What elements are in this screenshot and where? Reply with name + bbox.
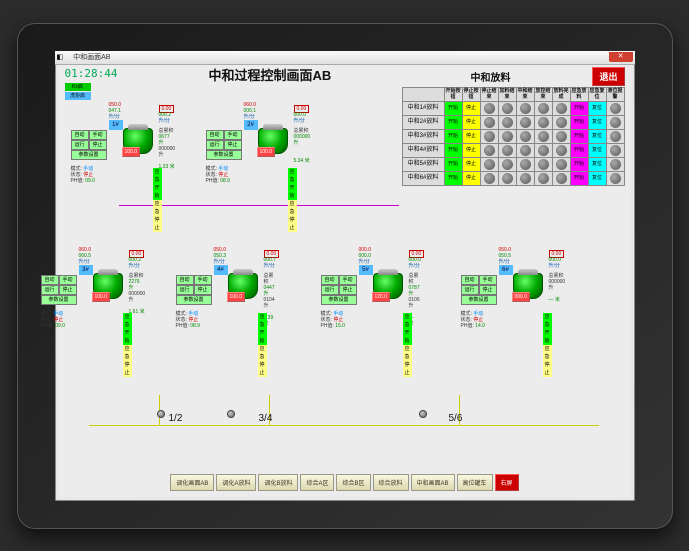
auto-button[interactable]: 自动 (461, 275, 479, 285)
stop-button[interactable]: 停止 (194, 285, 212, 295)
tank-id-label: 4# (214, 265, 228, 275)
run-button[interactable]: 运行 (41, 285, 59, 295)
run-button[interactable]: 运行 (321, 285, 339, 295)
stop-button[interactable]: 停止 (59, 285, 77, 295)
params-button[interactable]: 参数设置 (206, 150, 242, 160)
run-button[interactable]: 运行 (71, 140, 89, 150)
tank-id-label: 3# (79, 265, 93, 275)
em-stop-button[interactable]: 应急停止 (543, 345, 552, 377)
nav-tiaohua-b[interactable]: 调化B放料 (258, 474, 298, 491)
auto-button[interactable]: 自动 (321, 275, 339, 285)
red-value-button[interactable]: 000.0 (512, 292, 531, 302)
red-value-button[interactable]: 100.0 (122, 147, 141, 157)
pair-label-12: 1/2 (169, 413, 183, 424)
em-stop-button[interactable]: 应急停止 (403, 345, 412, 377)
auto-button[interactable]: 自动 (71, 130, 89, 140)
red-value-button[interactable]: 120.0 (372, 292, 391, 302)
window-titlebar: ◧ 中和画面AB ✕ (55, 51, 635, 65)
em-stop-button[interactable]: 应急停止 (288, 200, 297, 232)
tank-id-label: 6# (499, 265, 513, 275)
manual-button[interactable]: 手动 (339, 275, 357, 285)
nav-zonghe-fl[interactable]: 综合放料 (373, 474, 409, 491)
em-stop-button[interactable]: 应急停止 (123, 345, 132, 377)
pair-label-56: 5/6 (449, 413, 463, 424)
start-button-1[interactable]: 开始 (444, 101, 462, 115)
params-button[interactable]: 参数设置 (41, 295, 77, 305)
stop-button[interactable]: 停止 (89, 140, 107, 150)
vessel-icon: 000.0 (513, 273, 543, 299)
sensor-icon (157, 410, 165, 418)
pair-label-34: 3/4 (259, 413, 273, 424)
tank-id-label: 1# (109, 120, 123, 130)
nav-zhonghe-ab[interactable]: 中和画面AB (411, 474, 455, 491)
red-value-button[interactable]: 100.0 (257, 147, 276, 157)
page-title: 中和过程控制画面AB (209, 65, 332, 84)
params-button[interactable]: 参数设置 (176, 295, 212, 305)
auto-button[interactable]: 自动 (41, 275, 59, 285)
manual-button[interactable]: 手动 (224, 130, 242, 140)
tank-id-label: 2# (244, 120, 258, 130)
manual-button[interactable]: 手动 (194, 275, 212, 285)
stop-button[interactable]: 停止 (339, 285, 357, 295)
em-start-button[interactable]: 应急开始 (258, 313, 267, 345)
em-start-button[interactable]: 应急开始 (153, 168, 162, 200)
params-button[interactable]: 参数设置 (321, 295, 357, 305)
nav-tiaohua-ab[interactable]: 调化画面AB (170, 474, 214, 491)
window-title: 中和画面AB (73, 52, 110, 62)
manual-button[interactable]: 手动 (89, 130, 107, 140)
vessel-icon: 100.0 (93, 273, 123, 299)
auto-button[interactable]: 自动 (206, 130, 224, 140)
em-stop-button[interactable]: 应急停止 (153, 200, 162, 232)
em-start-button[interactable]: 应急开始 (123, 313, 132, 345)
stop-button[interactable]: 停止 (224, 140, 242, 150)
run-button[interactable]: 运行 (176, 285, 194, 295)
params-button[interactable]: 参数设置 (461, 295, 497, 305)
clock: 01:28:44 (65, 67, 118, 80)
bottom-nav: 调化画面AB 调化A放料 调化B放料 综合A区 综合B区 综合放料 中和画面AB… (119, 474, 571, 491)
vessel-icon: 100.0 (258, 128, 288, 154)
indicator-kx[interactable]: Kx启 (65, 83, 91, 91)
nav-right-screen[interactable]: 右屏 (495, 474, 519, 491)
vessel-icon: 100.0 (123, 128, 153, 154)
reset-button-1[interactable]: 复位 (588, 101, 606, 115)
close-icon[interactable]: ✕ (609, 52, 633, 62)
nav-zonghe-b[interactable]: 综合B区 (336, 474, 370, 491)
auto-button[interactable]: 自动 (176, 275, 194, 285)
red-value-button[interactable]: 100.0 (92, 292, 111, 302)
stop-button[interactable]: 停止 (479, 285, 497, 295)
em-start-button[interactable]: 应急开始 (288, 168, 297, 200)
vessel-icon: 100.0 (228, 273, 258, 299)
params-button[interactable]: 参数设置 (71, 150, 107, 160)
em-start-button[interactable]: 应急开始 (543, 313, 552, 345)
nav-tiaohua-a[interactable]: 调化A放料 (216, 474, 256, 491)
em-stop-button[interactable]: 应急停止 (258, 345, 267, 377)
status-table: 开始按钮停止按钮停止结束加料结束中和结束放控结束放料完成应急放料应急复位液位报警… (402, 87, 625, 186)
em-start-button[interactable]: 应急开始 (403, 313, 412, 345)
em-button-1[interactable]: 开始 (570, 101, 588, 115)
indicator-wash[interactable]: 洗协启 (65, 92, 91, 100)
run-button[interactable]: 运行 (461, 285, 479, 295)
tank-id-label: 5# (359, 265, 373, 275)
sensor-icon (227, 410, 235, 418)
stop-button-1[interactable]: 停止 (462, 101, 480, 115)
red-value-button[interactable]: 100.0 (227, 292, 246, 302)
nav-gaowei[interactable]: 高位罐车 (457, 474, 493, 491)
manual-button[interactable]: 手动 (59, 275, 77, 285)
run-button[interactable]: 运行 (206, 140, 224, 150)
app-icon: ◧ (57, 53, 64, 61)
vessel-icon: 120.0 (373, 273, 403, 299)
sensor-icon (419, 410, 427, 418)
exit-button[interactable]: 退出 (592, 67, 624, 86)
manual-button[interactable]: 手动 (479, 275, 497, 285)
nav-zonghe-a[interactable]: 综合A区 (300, 474, 334, 491)
sub-title: 中和放料 (471, 69, 511, 84)
